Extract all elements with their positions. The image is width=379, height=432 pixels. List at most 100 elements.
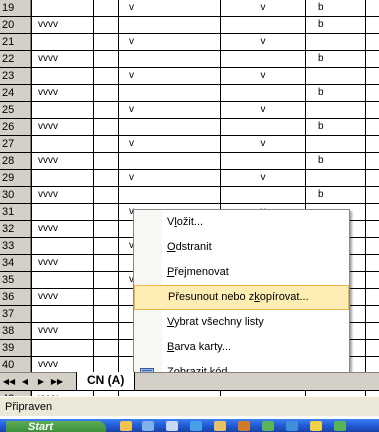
grid-cell[interactable] [93, 17, 118, 33]
grid-cell[interactable] [365, 340, 379, 356]
grid-cell[interactable] [31, 0, 93, 16]
grid-cell[interactable] [31, 238, 93, 254]
grid-cell[interactable] [365, 102, 379, 118]
row-header[interactable]: 32 [0, 221, 31, 237]
grid-cell[interactable] [31, 340, 93, 356]
grid-cell[interactable] [365, 0, 379, 16]
grid-cell[interactable] [93, 289, 118, 305]
grid-cell[interactable] [365, 136, 379, 152]
grid-cell[interactable] [220, 85, 305, 101]
grid-cell[interactable] [365, 85, 379, 101]
grid-cell[interactable] [365, 51, 379, 67]
quicklaunch-icon[interactable] [166, 421, 178, 431]
grid-cell[interactable] [305, 170, 365, 186]
grid-cell[interactable]: vvvv [31, 289, 93, 305]
grid-cell[interactable] [365, 289, 379, 305]
grid-cell[interactable]: vvvv [31, 187, 93, 203]
menu-item[interactable]: Barva karty... [134, 335, 349, 360]
grid-cell[interactable] [118, 17, 220, 33]
grid-cell[interactable] [93, 34, 118, 50]
grid-cell[interactable] [93, 204, 118, 220]
grid-cell[interactable] [93, 51, 118, 67]
quicklaunch-icon[interactable] [334, 421, 346, 431]
grid-cell[interactable] [365, 68, 379, 84]
grid-cell[interactable]: v [220, 170, 305, 186]
grid-cell[interactable] [220, 51, 305, 67]
grid-cell[interactable] [365, 34, 379, 50]
row-header[interactable]: 37 [0, 306, 31, 322]
grid-cell[interactable] [365, 17, 379, 33]
quicklaunch-icon[interactable] [310, 421, 322, 431]
grid-cell[interactable] [93, 102, 118, 118]
grid-cell[interactable]: v [220, 102, 305, 118]
row-header[interactable]: 23 [0, 68, 31, 84]
row-header[interactable]: 25 [0, 102, 31, 118]
grid-cell[interactable] [31, 136, 93, 152]
grid-cell[interactable]: b [305, 17, 365, 33]
row-header[interactable]: 40 [0, 357, 31, 373]
quicklaunch-icon[interactable] [238, 421, 250, 431]
grid-cell[interactable]: vvvv [31, 17, 93, 33]
row-header[interactable]: 19 [0, 0, 31, 16]
grid-cell[interactable] [220, 119, 305, 135]
grid-cell[interactable] [93, 306, 118, 322]
grid-cell[interactable] [93, 357, 118, 373]
quicklaunch-icon[interactable] [262, 421, 274, 431]
grid-cell[interactable] [31, 68, 93, 84]
grid-cell[interactable] [93, 85, 118, 101]
last-sheet-button[interactable]: ▶▶ [50, 375, 64, 389]
grid-cell[interactable]: v [220, 136, 305, 152]
grid-cell[interactable]: vvvv [31, 323, 93, 339]
grid-cell[interactable] [118, 187, 220, 203]
grid-cell[interactable]: b [305, 51, 365, 67]
row-header[interactable]: 26 [0, 119, 31, 135]
row-header[interactable]: 35 [0, 272, 31, 288]
grid-cell[interactable] [365, 357, 379, 373]
row-header[interactable]: 39 [0, 340, 31, 356]
grid-cell[interactable]: v [118, 68, 220, 84]
grid-cell[interactable] [31, 204, 93, 220]
grid-cell[interactable]: v [118, 170, 220, 186]
grid-cell[interactable] [305, 68, 365, 84]
row-header[interactable]: 28 [0, 153, 31, 169]
grid-cell[interactable]: b [305, 153, 365, 169]
first-sheet-button[interactable]: ◀◀ [2, 375, 16, 389]
grid-cell[interactable] [365, 153, 379, 169]
grid-cell[interactable] [93, 187, 118, 203]
grid-cell[interactable] [365, 306, 379, 322]
row-header[interactable]: 36 [0, 289, 31, 305]
grid-cell[interactable] [118, 153, 220, 169]
grid-cell[interactable]: v [220, 34, 305, 50]
grid-cell[interactable]: vvvv [31, 255, 93, 271]
grid-cell[interactable] [305, 136, 365, 152]
grid-cell[interactable] [93, 153, 118, 169]
grid-cell[interactable] [305, 34, 365, 50]
grid-cell[interactable]: vvvv [31, 221, 93, 237]
grid-cell[interactable] [365, 323, 379, 339]
grid-cell[interactable] [31, 102, 93, 118]
quicklaunch-icon[interactable] [190, 421, 202, 431]
grid-cell[interactable] [365, 272, 379, 288]
grid-cell[interactable]: b [305, 187, 365, 203]
grid-cell[interactable]: v [220, 0, 305, 16]
grid-cell[interactable] [31, 272, 93, 288]
grid-cell[interactable] [305, 102, 365, 118]
row-header[interactable]: 29 [0, 170, 31, 186]
row-header[interactable]: 20 [0, 17, 31, 33]
grid-cell[interactable] [93, 221, 118, 237]
grid-cell[interactable]: vvvv [31, 85, 93, 101]
grid-cell[interactable] [118, 119, 220, 135]
grid-cell[interactable] [365, 170, 379, 186]
quicklaunch-icon[interactable] [214, 421, 226, 431]
grid-cell[interactable]: v [118, 136, 220, 152]
menu-item[interactable]: Vybrat všechny listy [134, 310, 349, 335]
grid-cell[interactable] [93, 0, 118, 16]
grid-cell[interactable]: vvvv [31, 51, 93, 67]
quicklaunch-icon[interactable] [142, 421, 154, 431]
quicklaunch-icon[interactable] [120, 421, 132, 431]
sheet-tab-active[interactable]: CN (A) [76, 372, 136, 391]
quicklaunch-icon[interactable] [286, 421, 298, 431]
grid-cell[interactable]: b [305, 85, 365, 101]
grid-cell[interactable] [220, 187, 305, 203]
grid-cell[interactable]: vvvv [31, 153, 93, 169]
